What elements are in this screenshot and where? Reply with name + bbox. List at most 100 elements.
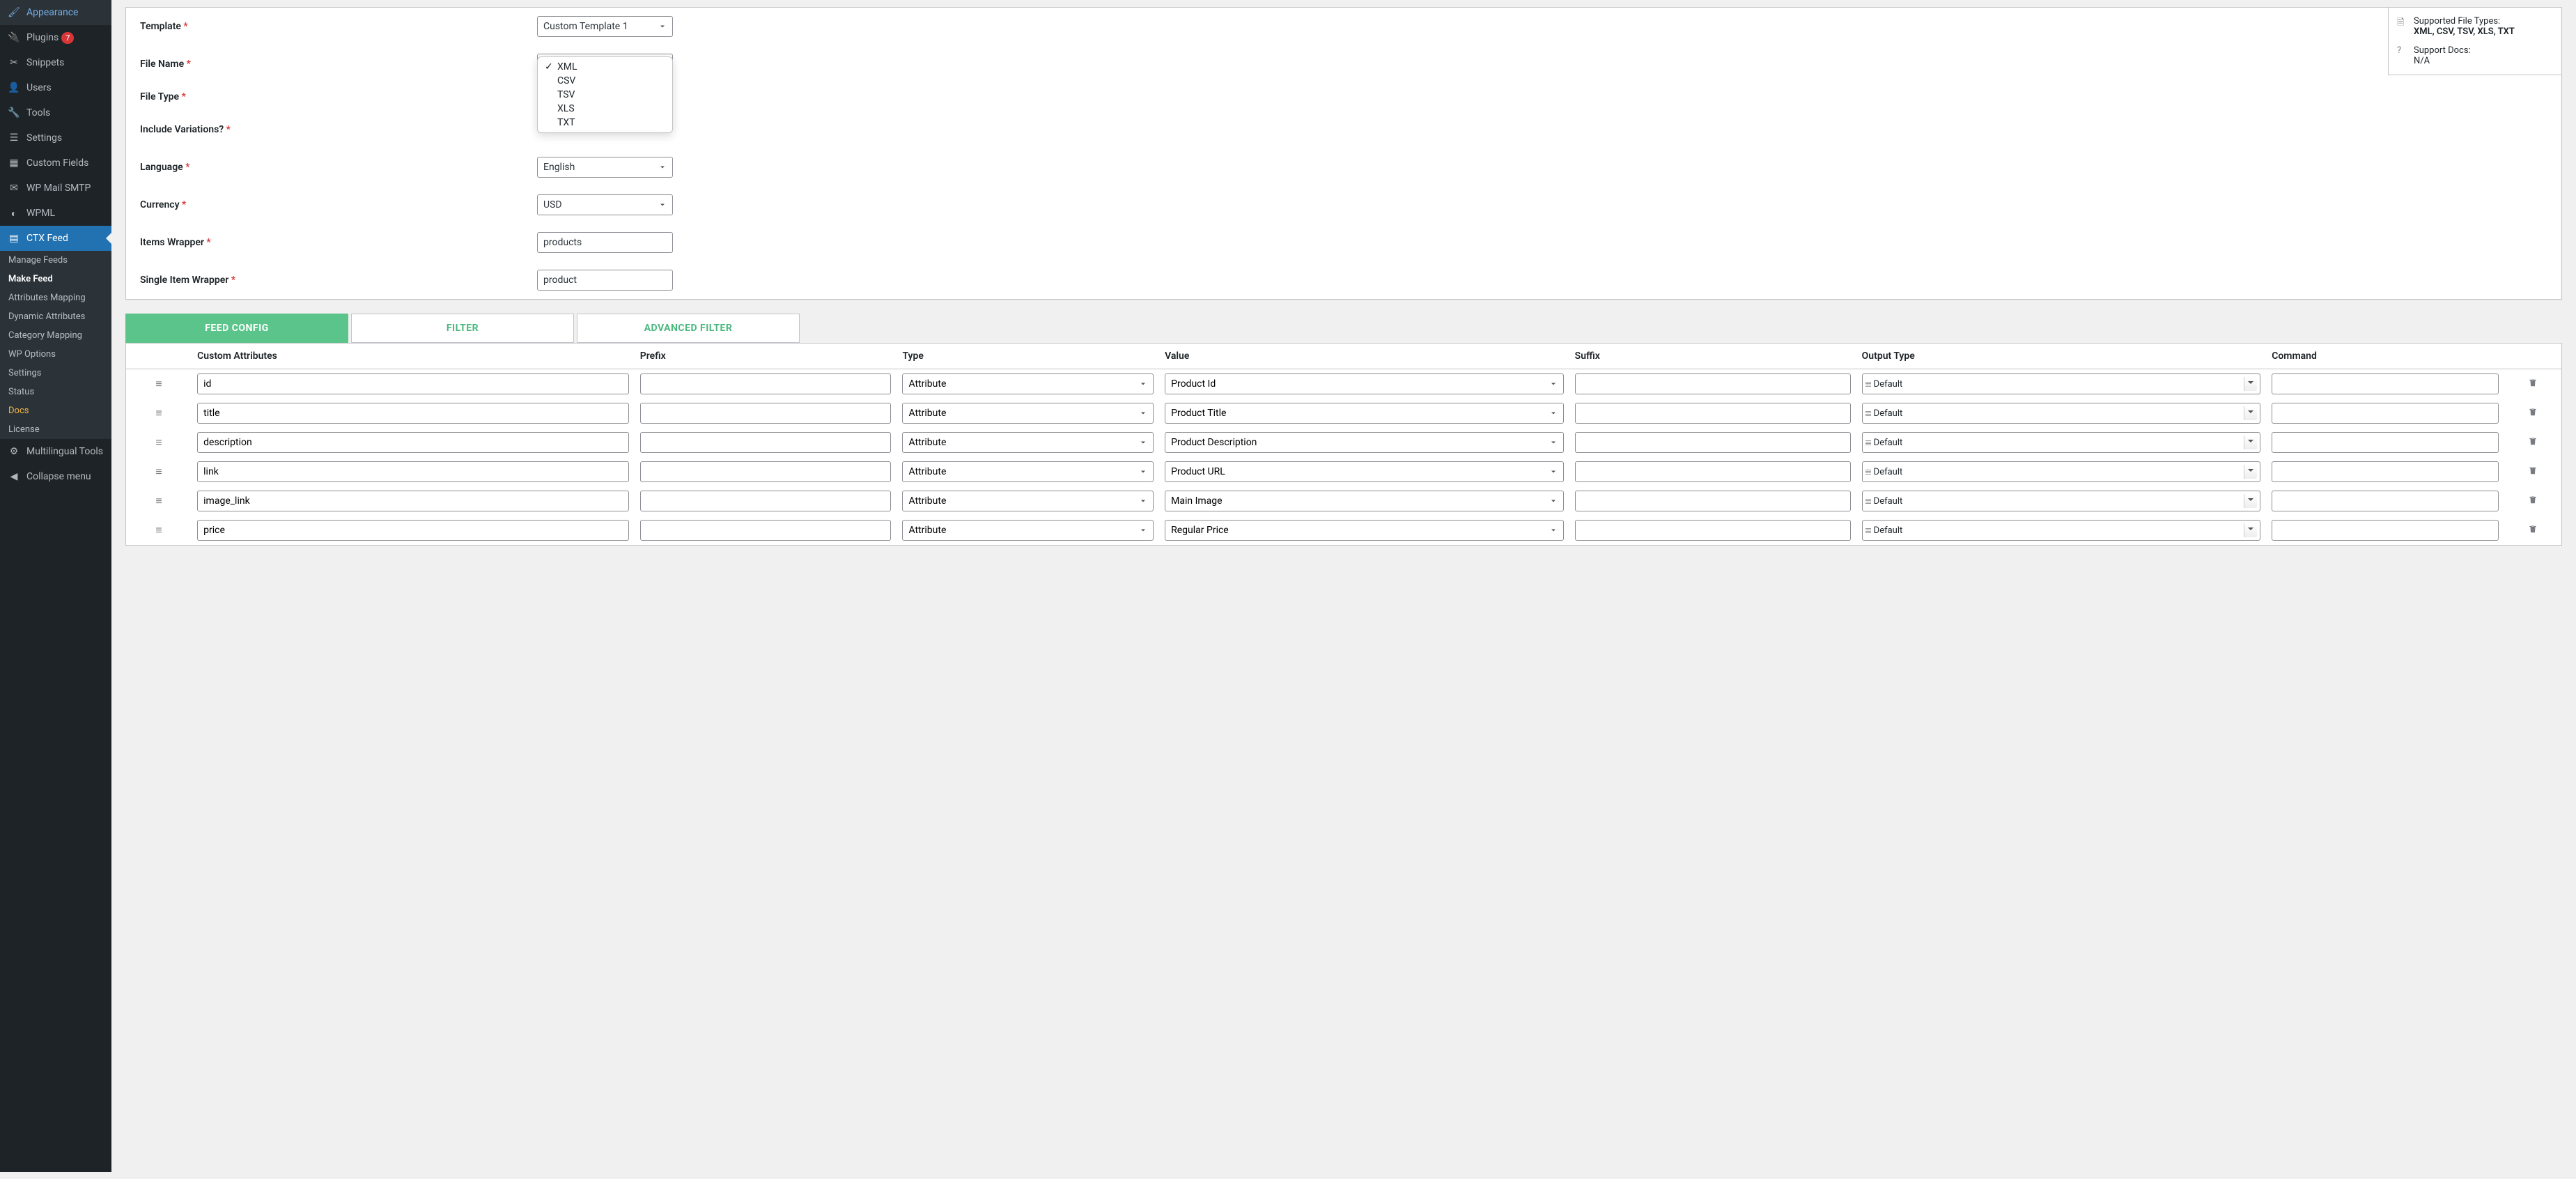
table-row: ≡ Attribute Product URL Default bbox=[126, 457, 2561, 486]
sidebar-item-appearance[interactable]: 🖌 Appearance bbox=[0, 0, 111, 25]
select-type[interactable]: Attribute bbox=[902, 461, 1154, 482]
delete-row-icon[interactable] bbox=[2504, 369, 2561, 399]
input-suffix[interactable] bbox=[1575, 491, 1851, 511]
sidebar-item-collapse-menu[interactable]: ◀ Collapse menu bbox=[0, 464, 111, 489]
input-custom-attribute[interactable] bbox=[197, 491, 629, 511]
sidebar-item-ctx-feed[interactable]: ▤ CTX Feed bbox=[0, 226, 111, 251]
submenu-item-manage-feeds[interactable]: Manage Feeds bbox=[0, 251, 111, 270]
select-value[interactable]: Regular Price bbox=[1165, 520, 1564, 541]
select-value[interactable]: Product Description bbox=[1165, 432, 1564, 453]
file-type-option-txt[interactable]: TXT bbox=[538, 116, 672, 130]
sidebar-badge: 7 bbox=[61, 32, 74, 44]
delete-row-icon[interactable] bbox=[2504, 428, 2561, 457]
select-value[interactable]: Main Image bbox=[1165, 491, 1564, 511]
input-custom-attribute[interactable] bbox=[197, 403, 629, 424]
select-output-type[interactable]: Default bbox=[1862, 432, 2261, 453]
sidebar-item-plugins[interactable]: 🔌 Plugins 7 bbox=[0, 25, 111, 50]
input-custom-attribute[interactable] bbox=[197, 461, 629, 482]
submenu-item-license[interactable]: License bbox=[0, 420, 111, 439]
sidebar-item-users[interactable]: 👤 Users bbox=[0, 75, 111, 100]
submenu-item-docs[interactable]: Docs bbox=[0, 401, 111, 420]
drag-handle-icon[interactable]: ≡ bbox=[126, 486, 192, 516]
input-command[interactable] bbox=[2272, 491, 2498, 511]
submenu-item-dynamic-attributes[interactable]: Dynamic Attributes bbox=[0, 307, 111, 326]
tab-filter[interactable]: FILTER bbox=[351, 314, 574, 343]
input-prefix[interactable] bbox=[640, 373, 892, 394]
delete-row-icon[interactable] bbox=[2504, 457, 2561, 486]
drag-handle-icon[interactable]: ≡ bbox=[126, 369, 192, 399]
input-command[interactable] bbox=[2272, 373, 2498, 394]
sidebar-item-wpml[interactable]: ◐ WPML bbox=[0, 201, 111, 226]
sidebar-item-multilingual-tools[interactable]: ⚙ Multilingual Tools bbox=[0, 439, 111, 464]
input-suffix[interactable] bbox=[1575, 520, 1851, 541]
submenu-item-category-mapping[interactable]: Category Mapping bbox=[0, 326, 111, 345]
input-prefix[interactable] bbox=[640, 491, 892, 511]
input-suffix[interactable] bbox=[1575, 461, 1851, 482]
tab-advanced-filter[interactable]: ADVANCED FILTER bbox=[577, 314, 800, 343]
sidebar-item-snippets[interactable]: ✂ Snippets bbox=[0, 50, 111, 75]
table-header: Custom Attributes bbox=[192, 344, 635, 369]
select-value[interactable]: Product URL bbox=[1165, 461, 1564, 482]
input-suffix[interactable] bbox=[1575, 373, 1851, 394]
select-output-type[interactable]: Default bbox=[1862, 461, 2261, 482]
input-custom-attribute[interactable] bbox=[197, 373, 629, 394]
input-prefix[interactable] bbox=[640, 520, 892, 541]
drag-handle-icon[interactable]: ≡ bbox=[126, 428, 192, 457]
sidebar-item-custom-fields[interactable]: ▦ Custom Fields bbox=[0, 151, 111, 176]
select-output-type[interactable]: Default bbox=[1862, 491, 2261, 511]
delete-row-icon[interactable] bbox=[2504, 399, 2561, 428]
file-type-option-xls[interactable]: XLS bbox=[538, 102, 672, 116]
table-header: Prefix bbox=[635, 344, 897, 369]
sidebar-item-wp-mail-smtp[interactable]: ✉ WP Mail SMTP bbox=[0, 176, 111, 201]
input-prefix[interactable] bbox=[640, 461, 892, 482]
drag-handle-icon[interactable]: ≡ bbox=[126, 516, 192, 545]
input-command[interactable] bbox=[2272, 461, 2498, 482]
input-single-item-wrapper[interactable] bbox=[537, 270, 673, 291]
select-type[interactable]: Attribute bbox=[902, 491, 1154, 511]
select-value[interactable]: Product Title bbox=[1165, 403, 1564, 424]
input-prefix[interactable] bbox=[640, 432, 892, 453]
delete-row-icon[interactable] bbox=[2504, 516, 2561, 545]
input-suffix[interactable] bbox=[1575, 432, 1851, 453]
select-value[interactable]: Product Id bbox=[1165, 373, 1564, 394]
label-items-wrapper: Items Wrapper * bbox=[140, 237, 537, 248]
tab-feed-config[interactable]: FEED CONFIG bbox=[125, 314, 348, 343]
input-command[interactable] bbox=[2272, 432, 2498, 453]
sidebar-item-settings[interactable]: ☰ Settings bbox=[0, 125, 111, 151]
file-type-option-xml[interactable]: XML bbox=[538, 60, 672, 74]
input-suffix[interactable] bbox=[1575, 403, 1851, 424]
brush-icon: 🖌 bbox=[7, 6, 21, 20]
file-type-option-tsv[interactable]: TSV bbox=[538, 88, 672, 102]
select-currency[interactable]: USD bbox=[537, 194, 673, 215]
info-panel: 🗎 Supported File Types: XML, CSV, TSV, X… bbox=[2388, 7, 2562, 75]
input-command[interactable] bbox=[2272, 520, 2498, 541]
submenu-item-attributes-mapping[interactable]: Attributes Mapping bbox=[0, 288, 111, 307]
drag-handle-icon[interactable]: ≡ bbox=[126, 399, 192, 428]
info-docs-value: N/A bbox=[2414, 56, 2471, 66]
select-type[interactable]: Attribute bbox=[902, 520, 1154, 541]
file-type-dropdown-list: XMLCSVTSVXLSTXT bbox=[537, 56, 673, 133]
select-type[interactable]: Attribute bbox=[902, 373, 1154, 394]
input-prefix[interactable] bbox=[640, 403, 892, 424]
submenu-item-wp-options[interactable]: WP Options bbox=[0, 345, 111, 364]
select-output-type[interactable]: Default bbox=[1862, 520, 2261, 541]
input-custom-attribute[interactable] bbox=[197, 432, 629, 453]
submenu-item-status[interactable]: Status bbox=[0, 383, 111, 401]
input-command[interactable] bbox=[2272, 403, 2498, 424]
input-items-wrapper[interactable] bbox=[537, 232, 673, 253]
sidebar-item-tools[interactable]: 🔧 Tools bbox=[0, 100, 111, 125]
input-custom-attribute[interactable] bbox=[197, 520, 629, 541]
sidebar-item-label: Custom Fields bbox=[26, 157, 88, 169]
select-output-type[interactable]: Default bbox=[1862, 403, 2261, 424]
select-output-type[interactable]: Default bbox=[1862, 373, 2261, 394]
select-language[interactable]: English bbox=[537, 157, 673, 178]
select-template[interactable]: Custom Template 1 bbox=[537, 16, 673, 37]
file-type-option-csv[interactable]: CSV bbox=[538, 74, 672, 88]
select-type[interactable]: Attribute bbox=[902, 403, 1154, 424]
delete-row-icon[interactable] bbox=[2504, 486, 2561, 516]
submenu-item-settings[interactable]: Settings bbox=[0, 364, 111, 383]
help-icon: ? bbox=[2397, 45, 2410, 66]
select-type[interactable]: Attribute bbox=[902, 432, 1154, 453]
drag-handle-icon[interactable]: ≡ bbox=[126, 457, 192, 486]
submenu-item-make-feed[interactable]: Make Feed bbox=[0, 270, 111, 288]
